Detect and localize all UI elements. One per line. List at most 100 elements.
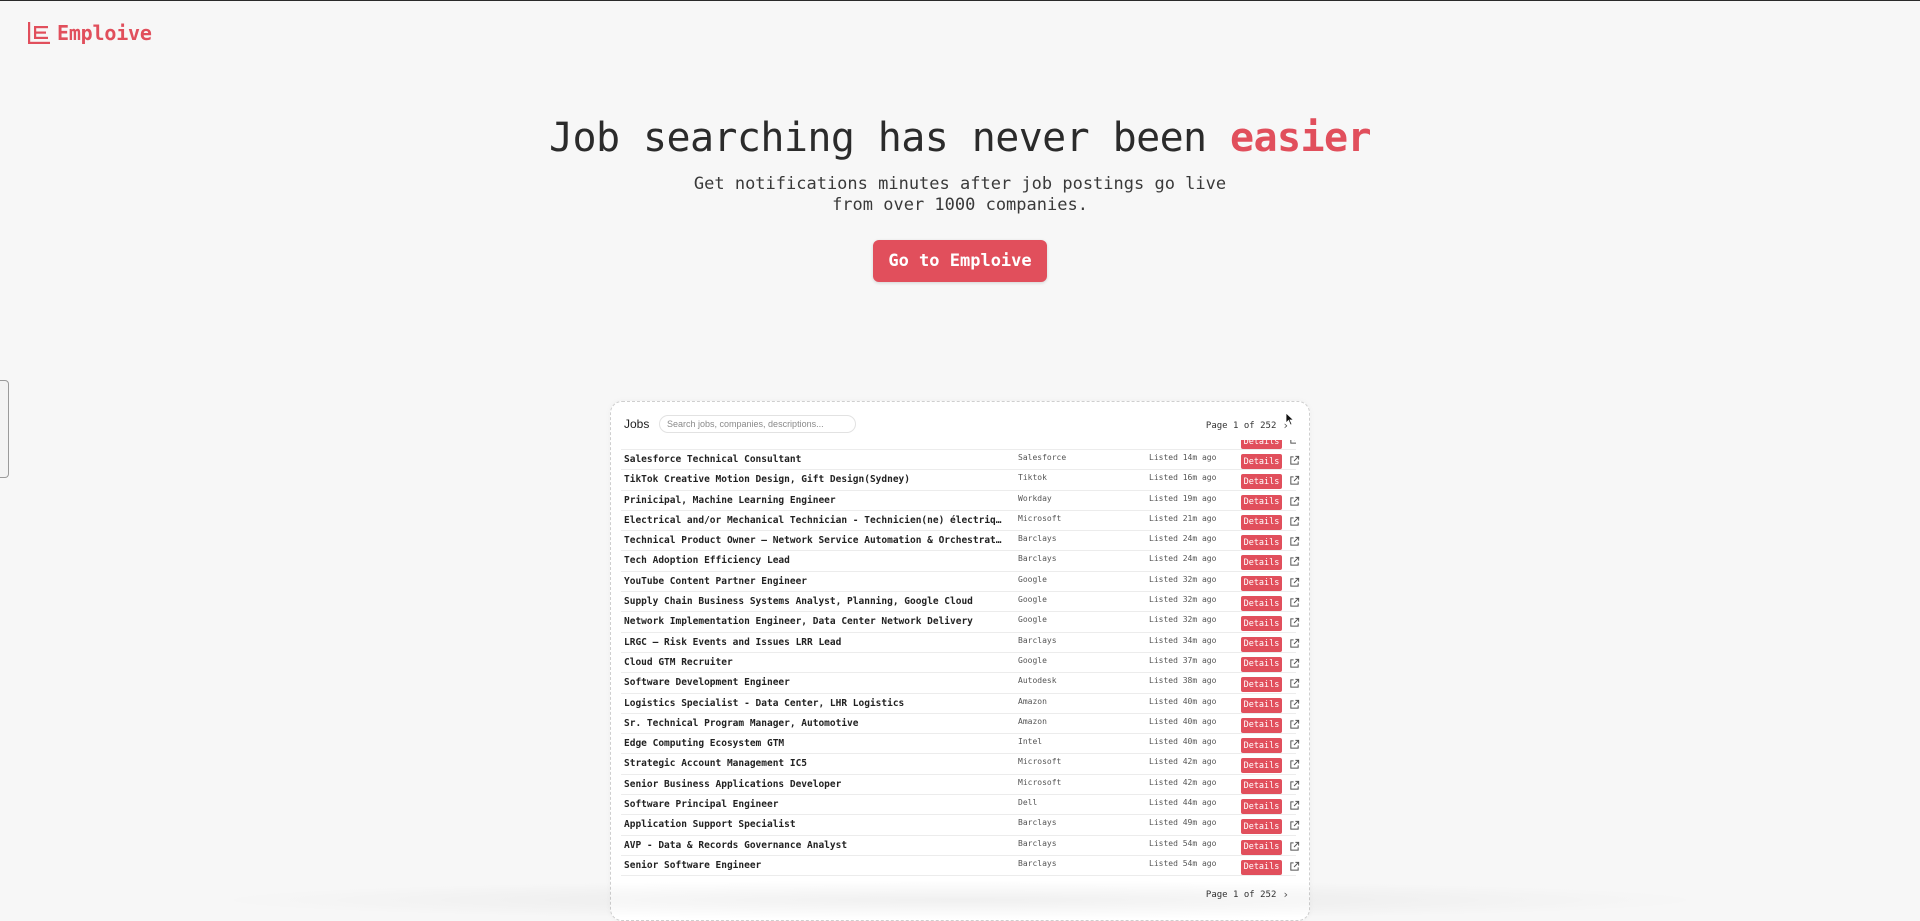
external-link-icon[interactable] — [1289, 780, 1300, 791]
job-title[interactable]: Software Development Engineer — [624, 677, 1004, 688]
job-listed-time: Listed 40m ago — [1149, 737, 1217, 747]
external-link-icon[interactable] — [1289, 739, 1300, 750]
job-search-input[interactable] — [659, 415, 856, 433]
external-link-icon[interactable] — [1289, 455, 1300, 466]
job-listed-time: Listed 38m ago — [1149, 676, 1217, 686]
job-title[interactable]: Cloud GTM Recruiter — [624, 657, 1004, 668]
details-button[interactable]: Details — [1241, 717, 1282, 733]
details-button[interactable]: Details — [1241, 555, 1282, 571]
external-link-icon[interactable] — [1289, 516, 1300, 527]
details-button[interactable]: Details — [1241, 514, 1282, 530]
job-row[interactable]: Electrical and/or Mechanical Technician … — [621, 511, 1300, 532]
job-title[interactable]: Prinicipal, Machine Learning Engineer — [624, 495, 1004, 506]
job-title[interactable]: Software Principal Engineer — [624, 799, 1004, 810]
job-row[interactable]: Cloud GTM Recruiter Google Listed 37m ago D… — [621, 653, 1300, 674]
external-link-icon[interactable] — [1289, 861, 1300, 872]
external-link-icon[interactable] — [1289, 678, 1300, 689]
job-title[interactable]: Technical Product Owner – Network Servic… — [624, 535, 1004, 546]
job-row[interactable]: Tech Adoption Efficiency Lead Barclays Lis… — [621, 551, 1300, 572]
job-title[interactable]: TikTok Creative Motion Design, Gift Desi… — [624, 474, 1004, 485]
job-row[interactable]: Prinicipal, Machine Learning Engineer Wor… — [621, 491, 1300, 511]
details-button[interactable]: Details — [1241, 697, 1282, 713]
details-button[interactable]: Details — [1241, 494, 1282, 510]
next-page-bottom-chevron-icon[interactable]: › — [1282, 888, 1289, 901]
job-row[interactable]: Strategic Account Management IC5 Microsof… — [621, 754, 1300, 775]
job-title[interactable]: Senior Software Engineer — [624, 860, 1004, 871]
external-link-icon[interactable] — [1289, 800, 1300, 811]
external-link-icon[interactable] — [1289, 475, 1300, 486]
job-title[interactable]: Electrical and/or Mechanical Technician … — [624, 515, 1004, 526]
details-button[interactable]: Details — [1241, 474, 1282, 490]
job-row[interactable]: Sr. Technical Program Manager, Automotiv… — [621, 714, 1300, 735]
job-title[interactable]: Application Support Specialist — [624, 819, 1004, 830]
external-link-icon[interactable] — [1289, 638, 1300, 649]
job-row[interactable]: Senior Software Engineer Barclays Listed 5… — [621, 856, 1300, 877]
details-button[interactable]: Details — [1241, 819, 1282, 835]
external-link-icon[interactable] — [1289, 658, 1300, 669]
job-row[interactable]: AVP - Data & Records Governance Analyst B… — [621, 836, 1300, 856]
job-row[interactable]: TikTok Creative Motion Design, Gift Desi… — [621, 470, 1300, 491]
external-link-icon[interactable] — [1289, 536, 1300, 547]
job-title[interactable]: AVP - Data & Records Governance Analyst — [624, 840, 1004, 851]
details-button[interactable]: Details — [1241, 799, 1282, 815]
details-button[interactable]: Details — [1241, 575, 1282, 591]
details-button[interactable]: Details — [1241, 616, 1282, 632]
job-row[interactable]: Senior Business Applications Developer Mi… — [621, 775, 1300, 796]
details-button[interactable]: Details — [1241, 859, 1282, 875]
job-title[interactable]: Network Implementation Engineer, Data Ce… — [624, 616, 1004, 627]
job-company: Google — [1018, 574, 1047, 584]
details-button[interactable]: Details — [1241, 535, 1282, 551]
job-row[interactable]: Logistics Specialist - Data Center, LHR … — [621, 694, 1300, 714]
details-button[interactable]: Details — [1241, 738, 1282, 754]
job-row[interactable]: Edge Computing Ecosystem GTM Intel Listed … — [621, 734, 1300, 755]
job-title[interactable]: Sr. Technical Program Manager, Automotiv… — [624, 718, 1004, 729]
details-button[interactable]: Details — [1241, 778, 1282, 794]
job-row[interactable]: Salesforce Technical Consultant Salesforc… — [621, 450, 1300, 471]
external-link-icon[interactable] — [1289, 577, 1300, 588]
external-link-icon[interactable] — [1289, 719, 1300, 730]
job-row[interactable]: Supply Chain Business Systems Analyst, P… — [621, 592, 1300, 613]
details-button[interactable]: Details — [1241, 636, 1282, 652]
details-button[interactable]: Details — [1241, 596, 1282, 612]
external-link-icon[interactable] — [1289, 597, 1300, 608]
external-link-icon[interactable] — [1289, 820, 1300, 831]
job-title[interactable]: LRGC – Risk Events and Issues LRR Lead — [624, 637, 1004, 648]
job-company: Microsoft — [1018, 757, 1062, 767]
job-row[interactable]: Application Support Specialist Barclays Li… — [621, 815, 1300, 836]
external-link-icon[interactable] — [1289, 841, 1300, 852]
details-button[interactable]: Details — [1241, 454, 1282, 469]
job-row[interactable]: Software Development Engineer Autodesk Lis… — [621, 673, 1300, 694]
job-row[interactable]: YouTube Content Partner Engineer Google Li… — [621, 572, 1300, 593]
external-link-icon[interactable] — [1289, 556, 1300, 567]
details-button[interactable]: Details — [1241, 440, 1282, 449]
external-link-icon[interactable] — [1289, 440, 1296, 445]
go-to-emploive-button[interactable]: Go to Emploive — [873, 240, 1047, 282]
details-button[interactable]: Details — [1241, 758, 1282, 774]
job-title[interactable]: Edge Computing Ecosystem GTM — [624, 738, 1004, 749]
job-row[interactable]: Software Principal Engineer Dell Listed 44… — [621, 795, 1300, 816]
job-row[interactable]: Network Implementation Engineer, Data Ce… — [621, 612, 1300, 633]
mouse-pointer-icon — [1285, 412, 1295, 426]
job-title[interactable]: YouTube Content Partner Engineer — [624, 576, 1004, 587]
details-button[interactable]: Details — [1241, 656, 1282, 672]
job-title[interactable]: Logistics Specialist - Data Center, LHR … — [624, 698, 1004, 709]
job-title[interactable]: Tech Adoption Efficiency Lead — [624, 555, 1004, 566]
job-title[interactable]: Salesforce Technical Consultant — [624, 454, 1004, 465]
job-title[interactable]: Strategic Account Management IC5 — [624, 758, 1004, 769]
jobs-panel-title: Jobs — [624, 417, 650, 431]
details-button[interactable]: Details — [1241, 677, 1282, 693]
details-button[interactable]: Details — [1241, 839, 1282, 855]
job-title[interactable]: Senior Business Applications Developer — [624, 779, 1004, 790]
job-row[interactable]: LRGC – Risk Events and Issues LRR Lead Ba… — [621, 633, 1300, 653]
window-top-border — [0, 0, 1920, 1]
external-link-icon[interactable] — [1289, 699, 1300, 710]
external-link-icon[interactable] — [1289, 496, 1300, 507]
external-link-icon[interactable] — [1289, 759, 1300, 770]
external-link-icon[interactable] — [1289, 617, 1300, 628]
job-title[interactable]: Supply Chain Business Systems Analyst, P… — [624, 596, 1004, 607]
brand-name: Emploive — [57, 21, 152, 45]
job-listed-time: Listed 37m ago — [1149, 655, 1217, 665]
brand-logo-link[interactable]: Emploive — [27, 21, 152, 45]
side-panel-handle[interactable] — [0, 380, 9, 478]
job-row[interactable]: Technical Product Owner – Network Servic… — [621, 531, 1300, 552]
